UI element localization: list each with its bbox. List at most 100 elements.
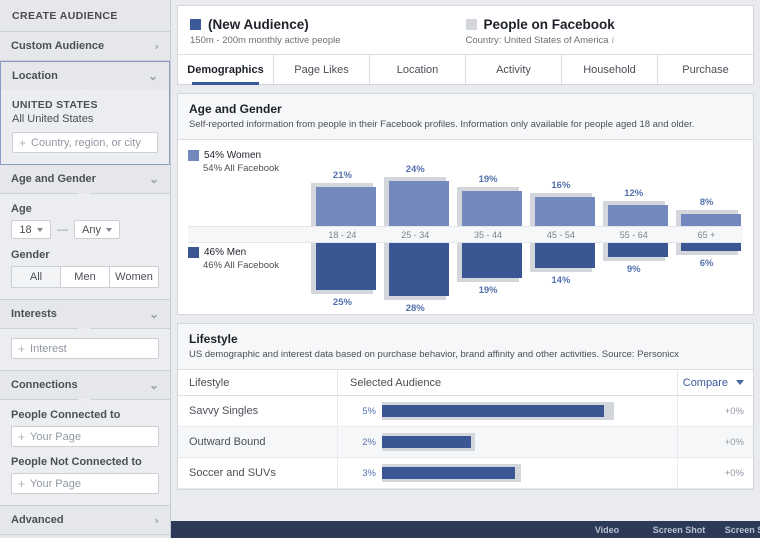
lifestyle-table-row[interactable]: Savvy Singles 5% +0% — [178, 396, 753, 427]
tab-purchase[interactable]: Purchase — [658, 55, 753, 84]
axis-tick-label: 55 - 64 — [619, 229, 648, 240]
men-bar-wrapper — [452, 243, 525, 282]
sidebar-item-interests[interactable]: Interests ⌄ — [0, 300, 170, 328]
men-bar-value-label: 19% — [478, 285, 498, 296]
gender-option-all[interactable]: All — [12, 267, 61, 287]
age-axis: 18 - 24 25 - 34 35 - 44 45 - 54 55 - 64 65 + — [188, 226, 743, 243]
tab-activity[interactable]: Activity — [466, 55, 562, 84]
column-header-lifestyle: Lifestyle — [178, 370, 338, 395]
comparison-bar — [602, 201, 668, 226]
women-bar-column: 19% — [452, 174, 525, 226]
women-bar-value-label: 21% — [332, 170, 352, 181]
lifestyle-comparison-track — [382, 464, 522, 482]
interest-input[interactable]: + Interest — [11, 338, 159, 359]
women-bar[interactable] — [389, 181, 450, 226]
men-bar[interactable] — [462, 243, 523, 278]
taskbar-item-video[interactable]: Video — [571, 525, 643, 535]
sidebar-item-custom-audience[interactable]: Custom Audience › — [0, 32, 170, 61]
women-legend-primary: 54% Women — [204, 150, 262, 161]
gender-option-women[interactable]: Women — [110, 267, 158, 287]
sidebar-item-age-and-gender[interactable]: Age and Gender ⌄ — [0, 165, 170, 193]
women-bar-wrapper — [379, 177, 452, 226]
men-bar-value-label: 9% — [626, 264, 641, 275]
location-panel: UNITED STATES All United States + Countr… — [0, 90, 170, 165]
comparison-name: People on Facebook — [483, 17, 615, 32]
men-bar[interactable] — [607, 243, 668, 257]
men-bar-wrapper — [670, 243, 743, 255]
men-color-swatch — [188, 247, 199, 258]
lifestyle-section-header: Lifestyle US demographic and interest da… — [178, 324, 753, 370]
women-bar-value-label: 12% — [624, 188, 644, 199]
gender-option-men[interactable]: Men — [61, 267, 110, 287]
audience-insights-app: CREATE AUDIENCE Custom Audience › Locati… — [0, 0, 760, 538]
lifestyle-card: Lifestyle US demographic and interest da… — [177, 323, 754, 490]
audience-header: (New Audience) 150m - 200m monthly activ… — [178, 6, 753, 54]
lifestyle-table-row[interactable]: Outward Bound 2% +0% — [178, 427, 753, 458]
comparison-bar — [384, 177, 450, 226]
axis-tick-label: 45 - 54 — [546, 229, 575, 240]
people-connected-input[interactable]: + Your Page — [11, 426, 159, 447]
axis-tick-label: 25 - 34 — [401, 229, 430, 240]
women-bar[interactable] — [680, 214, 741, 226]
men-bar-value-label: 6% — [699, 258, 714, 269]
location-search-input[interactable]: + Country, region, or city — [12, 132, 158, 153]
plus-icon: + — [18, 476, 26, 491]
tab-location[interactable]: Location — [370, 55, 466, 84]
sidebar-item-location[interactable]: Location ⌄ — [0, 61, 170, 90]
men-bar[interactable] — [316, 243, 377, 290]
comparison-country-text: Country: United States of America — [465, 35, 609, 46]
audience-color-swatch — [190, 19, 201, 30]
lifestyle-bar-fill[interactable] — [382, 467, 516, 479]
women-bar-wrapper — [452, 187, 525, 226]
women-legend-secondary: 54% All Facebook — [203, 163, 280, 174]
compare-link[interactable]: Compare — [683, 377, 728, 389]
tab-page-likes[interactable]: Page Likes — [274, 55, 370, 84]
taskbar-item-screenshot-2[interactable]: Screen Shot — [715, 525, 760, 535]
lifestyle-bar-cell: 3% — [338, 458, 678, 488]
men-bar-value-label: 25% — [332, 297, 352, 308]
gender-segmented-control: All Men Women — [11, 266, 159, 288]
caret-down-icon[interactable] — [736, 380, 744, 385]
sidebar-item-connections[interactable]: Connections ⌄ — [0, 371, 170, 399]
women-bar-row: 21% 24% 19% 16% 12% 8% — [306, 164, 743, 226]
plus-icon: + — [19, 135, 27, 150]
lifestyle-table-header: Lifestyle Selected Audience Compare — [178, 370, 753, 396]
tab-demographics[interactable]: Demographics — [178, 55, 274, 85]
men-bar[interactable] — [534, 243, 595, 268]
age-max-select[interactable]: Any — [74, 220, 120, 239]
chevron-right-icon: › — [154, 39, 159, 53]
connections-panel: People Connected to + Your Page People N… — [0, 399, 170, 506]
people-not-connected-input[interactable]: + Your Page — [11, 473, 159, 494]
men-bar-wrapper — [306, 243, 379, 294]
age-min-select[interactable]: 18 — [11, 220, 51, 239]
interests-panel: + Interest — [0, 328, 170, 371]
women-bar[interactable] — [462, 191, 523, 226]
men-bar[interactable] — [680, 243, 741, 251]
caret-down-icon — [105, 227, 112, 232]
tab-household[interactable]: Household — [562, 55, 658, 84]
info-icon[interactable]: i — [612, 35, 615, 45]
lifestyle-bar-cell: 2% — [338, 427, 678, 457]
comparison-bar — [602, 243, 668, 261]
men-bar[interactable] — [389, 243, 450, 296]
lifestyle-name: Soccer and SUVs — [178, 458, 338, 488]
men-bar-column: 6% — [670, 243, 743, 269]
lifestyle-description: US demographic and interest data based o… — [189, 349, 679, 360]
age-range-dash: — — [57, 223, 68, 236]
lifestyle-bar-fill[interactable] — [382, 436, 471, 448]
taskbar-item-screenshot-1[interactable]: Screen Shot — [643, 525, 715, 535]
comparison-bar — [675, 210, 741, 226]
lifestyle-table-row[interactable]: Soccer and SUVs 3% +0% — [178, 458, 753, 489]
sidebar-item-advanced[interactable]: Advanced › — [0, 506, 170, 535]
women-bar-column: 24% — [379, 164, 452, 226]
women-bar[interactable] — [316, 187, 377, 226]
lifestyle-compare-value: +0% — [724, 405, 744, 417]
age-range-row: 18 — Any — [11, 220, 159, 239]
men-bar-column: 9% — [597, 243, 670, 275]
lifestyle-bar-fill[interactable] — [382, 405, 605, 417]
axis-tick-label: 18 - 24 — [328, 229, 357, 240]
women-bar[interactable] — [607, 205, 668, 226]
women-bar[interactable] — [534, 197, 595, 226]
women-bar-value-label: 8% — [699, 197, 714, 208]
men-bar-column: 28% — [379, 243, 452, 314]
